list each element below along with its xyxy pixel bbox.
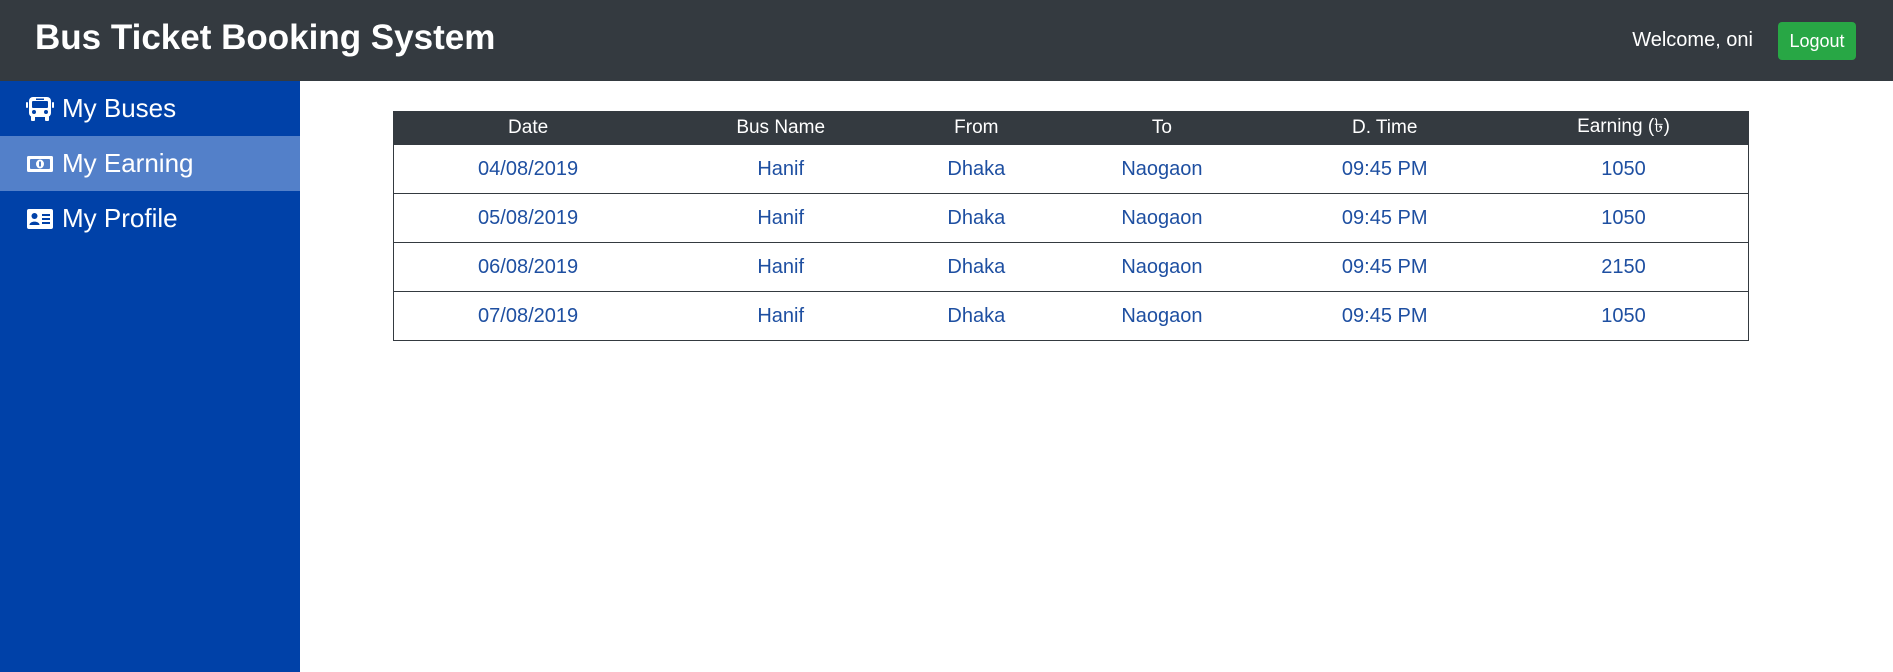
earnings-table: Date Bus Name From To D. Time Earning (৳… [393,111,1749,341]
cell-to: Naogaon [1053,242,1271,292]
cell-departure-time: 09:45 PM [1270,242,1500,292]
column-header-date: Date [393,111,663,145]
welcome-text: Welcome, oni [1632,29,1753,51]
cell-bus-name: Hanif [662,291,900,341]
logout-button[interactable]: Logout [1778,22,1856,60]
column-header-to: To [1053,111,1271,145]
cell-date: 05/08/2019 [393,193,663,243]
table-row: 04/08/2019 Hanif Dhaka Naogaon 09:45 PM … [393,144,1749,194]
main-content: Date Bus Name From To D. Time Earning (৳… [300,81,1893,672]
column-header-bus-name: Bus Name [662,111,900,145]
sidebar-item-my-buses[interactable]: My Buses [0,81,300,136]
sidebar-item-my-profile[interactable]: My Profile [0,191,300,246]
sidebar-item-label: My Buses [62,93,177,123]
cell-date: 04/08/2019 [393,144,663,194]
cell-bus-name: Hanif [662,242,900,292]
cell-from: Dhaka [899,144,1054,194]
app-title: Bus Ticket Booking System [35,18,496,57]
table-header-row: Date Bus Name From To D. Time Earning (৳… [393,111,1749,145]
cell-from: Dhaka [899,242,1054,292]
sidebar: My Buses My Earning My Profile [0,81,300,672]
cell-from: Dhaka [899,193,1054,243]
cell-departure-time: 09:45 PM [1270,193,1500,243]
column-header-earning: Earning (৳) [1499,111,1749,145]
sidebar-item-label: My Earning [62,148,194,178]
id-card-icon [26,206,54,232]
sidebar-item-label: My Profile [62,203,178,233]
cell-departure-time: 09:45 PM [1270,291,1500,341]
table-row: 05/08/2019 Hanif Dhaka Naogaon 09:45 PM … [393,193,1749,243]
cell-date: 06/08/2019 [393,242,663,292]
cell-from: Dhaka [899,291,1054,341]
cell-to: Naogaon [1053,193,1271,243]
table-row: 06/08/2019 Hanif Dhaka Naogaon 09:45 PM … [393,242,1749,292]
cell-earning: 1050 [1499,144,1749,194]
column-header-from: From [899,111,1054,145]
money-bill-icon [26,151,54,177]
table-row: 07/08/2019 Hanif Dhaka Naogaon 09:45 PM … [393,291,1749,341]
cell-earning: 1050 [1499,291,1749,341]
cell-to: Naogaon [1053,144,1271,194]
bus-icon [26,96,54,122]
cell-earning: 1050 [1499,193,1749,243]
cell-date: 07/08/2019 [393,291,663,341]
cell-bus-name: Hanif [662,144,900,194]
cell-bus-name: Hanif [662,193,900,243]
sidebar-item-my-earning[interactable]: My Earning [0,136,300,191]
cell-to: Naogaon [1053,291,1271,341]
top-navbar: Bus Ticket Booking System Welcome, oni L… [0,0,1893,81]
column-header-departure-time: D. Time [1270,111,1500,145]
cell-earning: 2150 [1499,242,1749,292]
cell-departure-time: 09:45 PM [1270,144,1500,194]
